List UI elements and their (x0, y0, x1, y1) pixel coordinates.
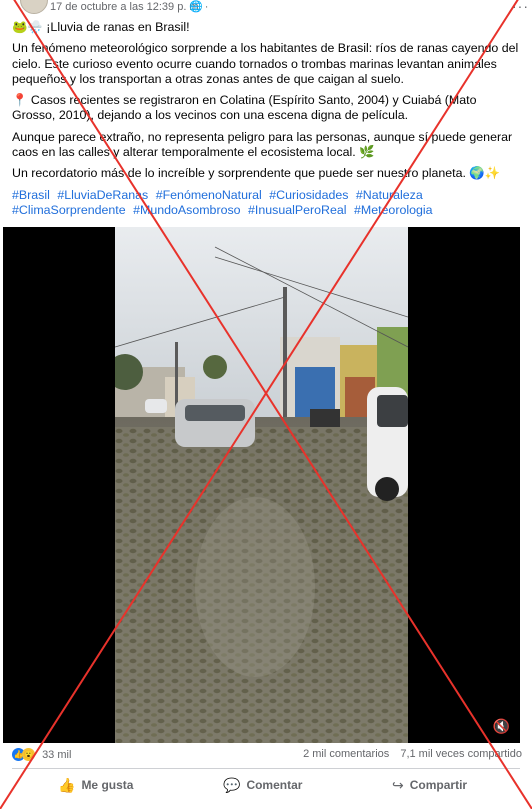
hashtag-link[interactable]: #LluviaDeRanas (57, 188, 148, 202)
hashtag-link[interactable]: #Naturaleza (356, 188, 423, 202)
comment-share-counts: 2 mil comentarios 7,1 mil veces comparti… (295, 748, 522, 760)
hashtag-link[interactable]: #MundoAsombroso (133, 203, 240, 217)
post-header: 17 de octubre a las 12:39 p. m. · 🌐 ··· (0, 0, 532, 16)
hashtag-link[interactable]: #ClimaSorprendente (12, 203, 126, 217)
video-player[interactable]: 🔇 (3, 227, 520, 743)
post-paragraph: Un recordatorio más de lo increíble y so… (12, 166, 501, 181)
hashtag-link[interactable]: #Meteorologia (354, 203, 433, 217)
hashtag-link[interactable]: #FenómenoNatural (156, 188, 262, 202)
comment-bubble-icon: 💬 (223, 776, 241, 793)
volume-muted-icon[interactable]: 🔇 (493, 718, 510, 735)
post-paragraph: Un fenómeno meteorológico sorprende a lo… (12, 41, 519, 86)
share-label: Compartir (409, 778, 468, 792)
hashtag-link[interactable]: #Curiosidades (269, 188, 348, 202)
thumbs-up-icon: 👍 (58, 776, 76, 793)
video-frame (115, 227, 408, 743)
reactions-count: 33 mil (42, 748, 72, 761)
engagement-stats: 👍😮 33 mil 2 mil comentarios 7,1 mil vece… (12, 748, 522, 766)
hashtag-link[interactable]: #InusualPeroReal (248, 203, 347, 217)
comment-label: Comentar (246, 778, 303, 792)
divider (12, 768, 520, 769)
share-arrow-icon: ↪ (392, 776, 404, 793)
post-body: 🐸🌧️ ¡Lluvia de ranas en Brasil! Un fenóm… (12, 20, 522, 224)
like-button[interactable]: 👍 Me gusta (58, 772, 133, 798)
shares-count-link[interactable]: 7,1 mil veces compartido (400, 748, 522, 760)
globe-icon: 🌐 (189, 1, 203, 13)
post-title: 🐸🌧️ ¡Lluvia de ranas en Brasil! (12, 20, 190, 34)
share-button[interactable]: ↪ Compartir (392, 772, 467, 798)
post-paragraph: 📍 Casos recientes se registraron en Cola… (12, 93, 477, 123)
hashtag-link[interactable]: #Brasil (12, 188, 50, 202)
comment-button[interactable]: 💬 Comentar (223, 772, 302, 798)
more-options-icon[interactable]: ··· (512, 0, 529, 14)
wow-reaction-icon: 😮 (22, 748, 35, 761)
comments-count-link[interactable]: 2 mil comentarios (303, 748, 389, 760)
post-timestamp[interactable]: 17 de octubre a las 12:39 p. m. · (50, 1, 208, 13)
page-avatar[interactable] (20, 0, 48, 14)
action-bar: 👍 Me gusta 💬 Comentar ↪ Compartir (0, 772, 532, 800)
post-paragraph: Aunque parece extraño, no representa pel… (12, 129, 513, 160)
hashtag-list: #Brasil #LluviaDeRanas #FenómenoNatural … (12, 188, 522, 219)
reactions-summary[interactable]: 👍😮 33 mil (12, 748, 71, 761)
like-label: Me gusta (81, 778, 134, 792)
